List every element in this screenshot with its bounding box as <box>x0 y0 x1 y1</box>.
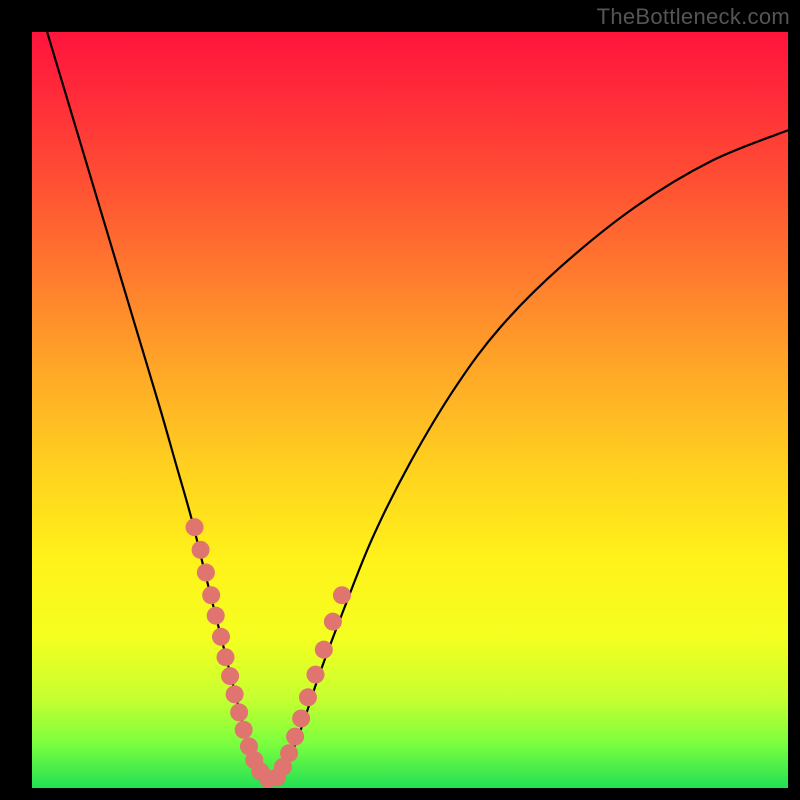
data-point-cluster <box>186 518 351 788</box>
chart-svg <box>32 32 788 788</box>
plot-area <box>32 32 788 788</box>
data-point <box>207 607 225 625</box>
data-point <box>230 703 248 721</box>
data-point <box>235 721 253 739</box>
watermark-text: TheBottleneck.com <box>597 4 790 30</box>
data-point <box>217 648 235 666</box>
data-point <box>299 688 317 706</box>
data-point <box>192 541 210 559</box>
data-point <box>202 586 220 604</box>
data-point <box>212 628 230 646</box>
data-point <box>307 666 325 684</box>
data-point <box>280 744 298 762</box>
data-point <box>286 728 304 746</box>
bottleneck-curve <box>47 32 788 782</box>
data-point <box>221 667 239 685</box>
data-point <box>333 586 351 604</box>
data-point <box>197 564 215 582</box>
data-point <box>292 709 310 727</box>
data-point <box>186 518 204 536</box>
chart-frame: TheBottleneck.com <box>0 0 800 800</box>
data-point <box>315 641 333 659</box>
data-point <box>324 613 342 631</box>
data-point <box>226 685 244 703</box>
